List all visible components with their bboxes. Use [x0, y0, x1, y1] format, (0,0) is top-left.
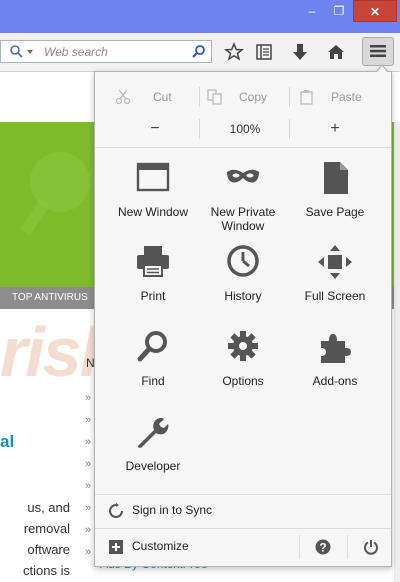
separator: [199, 87, 200, 107]
menu-item-label: Print: [140, 289, 166, 303]
list-bullet: »: [85, 436, 92, 448]
cut-label: Cut: [153, 90, 172, 104]
paste-label: Paste: [331, 90, 362, 104]
page-scrollbar[interactable]: [394, 122, 400, 582]
clipboard-icon: [300, 90, 313, 105]
copy-button[interactable]: Copy: [207, 85, 287, 109]
power-icon: [364, 540, 378, 555]
printer-icon: [137, 246, 169, 277]
help-button[interactable]: ?: [303, 535, 343, 559]
edit-controls: Cut Copy Paste: [95, 85, 391, 109]
panel-arrow-fill: [376, 66, 388, 73]
options-button[interactable]: Options: [195, 329, 291, 411]
divider: [95, 528, 391, 529]
hamburger-menu-icon: [370, 45, 386, 57]
download-icon[interactable]: [290, 42, 310, 62]
print-button[interactable]: Print: [105, 244, 201, 326]
paste-button[interactable]: Paste: [299, 85, 379, 109]
menu-item-label: Add-ons: [312, 374, 358, 388]
navigation-toolbar: Web search: [0, 33, 400, 72]
list-bullet: »: [85, 480, 92, 492]
bookmark-star-icon[interactable]: [224, 42, 244, 62]
find-button[interactable]: Find: [105, 329, 201, 411]
divider: [95, 147, 391, 148]
developer-wrench-icon: [137, 418, 169, 448]
menu-item-label: Full Screen: [304, 289, 366, 303]
menu-footer: Customize ?: [95, 531, 391, 563]
menu-item-label: Save Page: [305, 205, 365, 219]
add-ons-button[interactable]: Add-ons: [287, 329, 383, 411]
new-window-icon: [136, 162, 170, 192]
save-page-button[interactable]: Save Page: [287, 160, 383, 242]
fullscreen-icon: [318, 245, 352, 279]
article-text: oftware: [27, 542, 70, 557]
separator: [199, 119, 200, 139]
minimize-button[interactable]: –: [299, 0, 325, 22]
search-input[interactable]: Web search: [44, 45, 108, 59]
full-screen-button[interactable]: Full Screen: [287, 244, 383, 326]
separator: [299, 535, 300, 559]
save-page-icon: [324, 162, 348, 194]
menu-item-label: History: [224, 289, 262, 303]
menu-item-label: Developer: [125, 459, 181, 473]
nav-link-top-antivirus[interactable]: TOP ANTIVIRUS: [12, 292, 88, 303]
find-magnifier-icon: [137, 331, 167, 362]
menu-item-label: Options: [222, 374, 264, 388]
customize-button[interactable]: Customize: [95, 531, 299, 563]
customize-label: Customize: [132, 539, 189, 553]
copy-icon: [207, 89, 222, 105]
list-bullet: »: [85, 546, 92, 558]
app-menu-panel: Cut Copy Paste − 100% + New Window New P…: [94, 64, 392, 567]
new-window-button[interactable]: New Window: [105, 160, 201, 242]
copy-label: Copy: [239, 90, 268, 104]
zoom-controls: − 100% +: [95, 117, 391, 141]
search-box[interactable]: Web search: [0, 40, 212, 63]
list-bullet: »: [85, 502, 92, 514]
svg-text:?: ?: [319, 541, 326, 555]
zoom-in-button[interactable]: +: [295, 117, 375, 141]
addons-puzzle-icon: [321, 334, 351, 363]
zoom-out-button[interactable]: −: [115, 117, 195, 141]
list-bullet: »: [85, 414, 92, 426]
maximize-button[interactable]: ❐: [326, 0, 352, 22]
close-button[interactable]: ✕: [353, 0, 397, 22]
reading-list-icon[interactable]: [254, 42, 274, 62]
zoom-reset-button[interactable]: 100%: [201, 117, 289, 141]
private-mask-icon: [227, 169, 259, 183]
article-text: ctions is: [23, 563, 70, 578]
options-gear-icon: [228, 331, 258, 361]
sync-icon: [109, 503, 123, 518]
separator: [289, 119, 290, 139]
separator: [289, 87, 290, 107]
scissors-icon: [115, 89, 131, 105]
developer-button[interactable]: Developer: [105, 414, 201, 496]
cut-button[interactable]: Cut: [115, 85, 205, 109]
article-text: removal: [23, 521, 70, 536]
history-clock-icon: [227, 245, 259, 277]
menu-item-label: New Window: [117, 205, 189, 219]
menu-item-label: Find: [141, 374, 165, 388]
separator: [347, 535, 348, 559]
article-text: us, and: [27, 500, 70, 515]
quit-button[interactable]: [351, 535, 391, 559]
home-icon[interactable]: [326, 42, 346, 62]
help-icon: ?: [315, 539, 331, 555]
menu-item-label: New Private Window: [210, 205, 276, 233]
list-bullet: »: [85, 458, 92, 470]
search-go-icon[interactable]: [191, 44, 207, 60]
search-engine-icon[interactable]: [9, 44, 37, 60]
customize-plus-icon: [109, 540, 123, 554]
sync-label: Sign in to Sync: [132, 503, 213, 517]
title-bar: – ❐ ✕: [0, 0, 400, 33]
new-private-window-button[interactable]: New Private Window: [195, 160, 291, 242]
list-bullet: »: [85, 524, 92, 536]
list-bullet: »: [85, 392, 92, 404]
article-heading-fragment: al: [0, 432, 15, 451]
open-menu-button[interactable]: [362, 37, 394, 66]
history-button[interactable]: History: [195, 244, 291, 326]
sign-in-to-sync-button[interactable]: Sign in to Sync: [95, 495, 391, 527]
